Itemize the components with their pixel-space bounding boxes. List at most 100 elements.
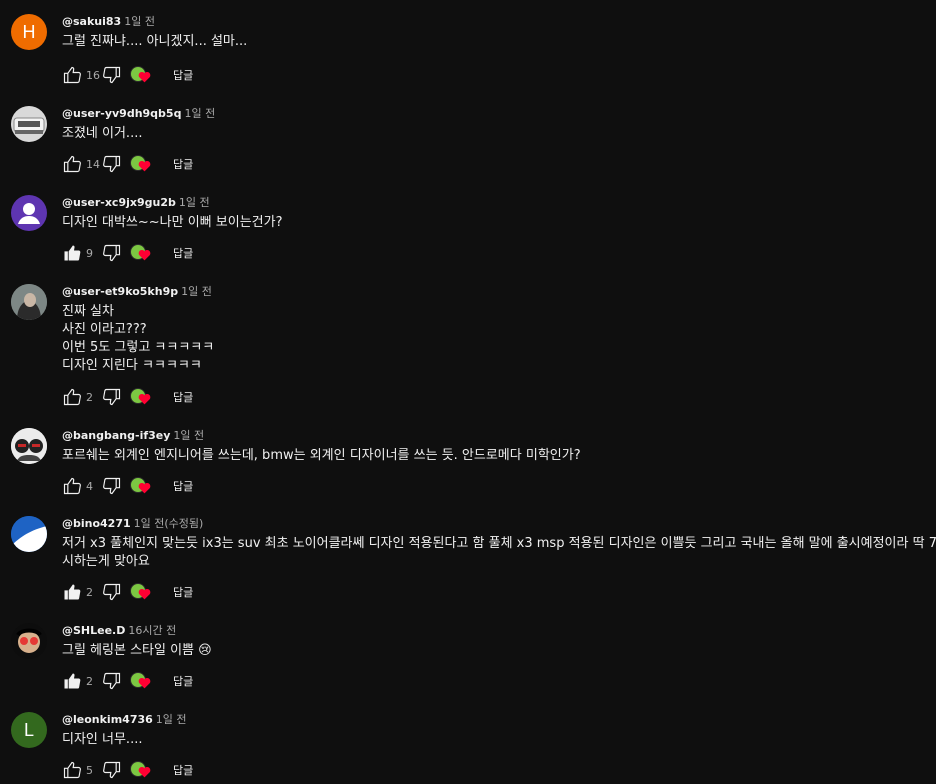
heart-icon — [138, 393, 151, 405]
comment-text-line: 진짜 실차 — [62, 304, 114, 319]
cartoon-avatar-icon — [11, 428, 47, 464]
car-photo-icon — [11, 106, 47, 142]
comment-time[interactable]: 1일 전 — [156, 713, 187, 726]
heart-icon — [138, 677, 151, 689]
creator-heart-badge — [130, 386, 152, 408]
dislike-button[interactable] — [102, 65, 122, 85]
comment-time[interactable]: 1일 전 — [184, 107, 215, 120]
comment-text-line: 시하는게 맞아요 — [62, 554, 150, 569]
comment-time[interactable]: 1일 전 — [124, 15, 155, 28]
like-button[interactable] — [62, 387, 82, 407]
creator-heart-badge — [130, 153, 152, 175]
dislike-button[interactable] — [102, 387, 122, 407]
thumb-down-icon — [103, 761, 121, 779]
dislike-button[interactable] — [102, 476, 122, 496]
comment-text-line: 디자인 너무.... — [62, 732, 143, 747]
heart-icon — [138, 766, 151, 778]
wave-avatar-icon — [11, 516, 47, 552]
avatar[interactable] — [11, 284, 47, 320]
like-button[interactable] — [62, 243, 82, 263]
avatar[interactable] — [11, 195, 47, 231]
like-button[interactable] — [62, 154, 82, 174]
thumb-down-icon — [103, 244, 121, 262]
comment-time[interactable]: 1일 전 — [179, 196, 210, 209]
comment-text-line: 그럴 진짜냐.... 아니겠지... 설마... — [62, 34, 248, 49]
avatar[interactable]: H — [11, 14, 47, 50]
dislike-button[interactable] — [102, 582, 122, 602]
reply-button[interactable]: 답글 — [173, 673, 193, 689]
avatar[interactable] — [11, 623, 47, 659]
thumb-down-icon — [103, 672, 121, 690]
reply-button[interactable]: 답글 — [173, 67, 193, 83]
thumb-up-icon — [63, 761, 81, 779]
comment-time[interactable]: 1일 전 — [181, 285, 212, 298]
dislike-button[interactable] — [102, 243, 122, 263]
like-count: 14 — [86, 157, 100, 171]
comment-author[interactable]: @bangbang-if3ey — [62, 429, 170, 442]
reply-button[interactable]: 답글 — [173, 245, 193, 261]
comment-text-line: 저거 x3 풀체인지 맞는듯 ix3는 suv 최초 노이어클라쎄 디자인 적용… — [62, 536, 936, 551]
character-avatar-icon — [11, 623, 47, 659]
like-count: 5 — [86, 763, 93, 777]
comment-time[interactable]: 16시간 전 — [128, 624, 176, 637]
comment-time[interactable]: 1일 전(수정됨) — [134, 517, 204, 530]
comment-author[interactable]: @user-et9ko5kh9p — [62, 285, 178, 298]
reply-button[interactable]: 답글 — [173, 584, 193, 600]
heart-icon — [138, 249, 151, 261]
avatar[interactable] — [11, 106, 47, 142]
avatar[interactable] — [11, 516, 47, 552]
thumb-up-filled-icon — [64, 673, 81, 689]
like-count: 2 — [86, 674, 93, 688]
like-count: 16 — [86, 68, 100, 82]
dislike-button[interactable] — [102, 671, 122, 691]
like-button[interactable] — [62, 65, 82, 85]
avatar[interactable]: L — [11, 712, 47, 748]
creator-heart-badge — [130, 242, 152, 264]
creator-heart-badge — [130, 759, 152, 781]
like-button[interactable] — [62, 582, 82, 602]
thumb-up-icon — [63, 66, 81, 84]
heart-icon — [138, 71, 151, 83]
reply-button[interactable]: 답글 — [173, 389, 193, 405]
thumb-down-icon — [103, 477, 121, 495]
thumb-down-icon — [103, 155, 121, 173]
comment-author[interactable]: @leonkim4736 — [62, 713, 153, 726]
profile-photo-icon — [11, 284, 47, 320]
comment-author[interactable]: @sakui83 — [62, 15, 121, 28]
comment-author[interactable]: @user-yv9dh9qb5q — [62, 107, 181, 120]
like-count: 4 — [86, 479, 93, 493]
comment-text-line: 이번 5도 그렇고 ㅋㅋㅋㅋㅋ — [62, 340, 215, 355]
dislike-button[interactable] — [102, 154, 122, 174]
thumb-down-icon — [103, 583, 121, 601]
comment-text-line: 디자인 대박쓰~~나만 이뻐 보이는건가? — [62, 215, 283, 230]
comment-author[interactable]: @bino4271 — [62, 517, 131, 530]
comment-text-line: 조졌네 이거.... — [62, 126, 143, 141]
like-button[interactable] — [62, 760, 82, 780]
like-button[interactable] — [62, 671, 82, 691]
like-count: 9 — [86, 246, 93, 260]
thumb-down-icon — [103, 388, 121, 406]
avatar[interactable] — [11, 428, 47, 464]
comment-author[interactable]: @user-xc9jx9gu2b — [62, 196, 176, 209]
dislike-button[interactable] — [102, 760, 122, 780]
comment-text-line: 디자인 지린다 ㅋㅋㅋㅋㅋ — [62, 358, 202, 373]
thumb-up-icon — [63, 477, 81, 495]
reply-button[interactable]: 답글 — [173, 156, 193, 172]
like-count: 2 — [86, 390, 93, 404]
reply-button[interactable]: 답글 — [173, 762, 193, 778]
default-user-icon — [18, 203, 40, 224]
heart-icon — [138, 588, 151, 600]
comment-author[interactable]: @SHLee.D — [62, 624, 125, 637]
like-count: 2 — [86, 585, 93, 599]
comment-text-line: 사진 이라고??? — [62, 322, 147, 337]
creator-heart-badge — [130, 670, 152, 692]
like-button[interactable] — [62, 476, 82, 496]
comment-text-line: 그릴 헤링본 스타일 이쁨 😢 — [62, 643, 212, 658]
creator-heart-badge — [130, 64, 152, 86]
reply-button[interactable]: 답글 — [173, 478, 193, 494]
creator-heart-badge — [130, 475, 152, 497]
heart-icon — [138, 160, 151, 172]
thumb-up-icon — [63, 388, 81, 406]
thumb-up-icon — [63, 155, 81, 173]
comment-time[interactable]: 1일 전 — [173, 429, 204, 442]
